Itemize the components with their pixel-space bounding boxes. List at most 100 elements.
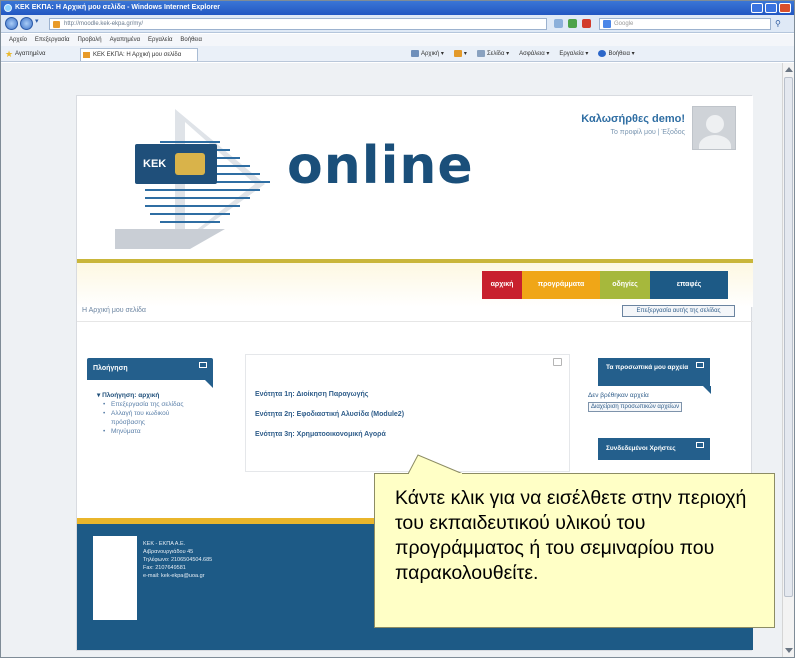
nav-programs[interactable]: προγράμματα [522, 271, 600, 299]
edit-page-button[interactable]: Επεξεργασία αυτής της σελίδας [622, 305, 735, 317]
online-users-title: Συνδεδεμένοι Χρήστες [606, 445, 676, 452]
footer-contact: ΚΕΚ - ΕΚΠΑ Α.Ε. Αιβρανουργιάδου 45 Τηλέφ… [143, 540, 212, 580]
back-button[interactable] [5, 17, 18, 30]
footer-line: ΚΕΚ - ΕΚΠΑ Α.Ε. [143, 541, 186, 547]
search-icon[interactable]: ⚲ [775, 19, 787, 29]
private-files-title: Τα προσωπικά μου αρχεία [606, 364, 689, 371]
favorites-star-icon[interactable]: ★ [5, 50, 13, 59]
page-icon [476, 49, 485, 57]
safety-command[interactable]: Ασφάλεια ▾ [519, 46, 549, 62]
nav-divider [77, 321, 753, 322]
course-list: Ενότητα 1η: Διοίκηση Παραγωγής Ενότητα 2… [245, 354, 570, 472]
compat-view-icon[interactable] [554, 19, 563, 28]
nav-guides[interactable]: οδηγίες [600, 271, 650, 299]
callout-text: Κάντε κλικ για να εισέλθετε στην περιοχή… [395, 487, 747, 584]
menu-edit[interactable]: Επεξεργασία [35, 34, 70, 46]
page-command[interactable]: Σελίδα ▾ [476, 46, 509, 62]
no-files-text: Δεν βρέθηκαν αρχεία [588, 392, 649, 399]
nav-tree-root[interactable]: ▾ Πλοήγηση: αρχική [97, 391, 187, 400]
block-tail-shape [703, 386, 711, 394]
forward-button[interactable] [20, 17, 33, 30]
vertical-scrollbar[interactable] [782, 63, 794, 657]
footer-line: Fax: 2107649581 [143, 565, 186, 571]
menu-help[interactable]: Βοήθεια [180, 34, 202, 46]
breadcrumb: Η Αρχική μου σελίδα [82, 307, 146, 314]
command-bar: Αρχική ▾ ▾ Σελίδα ▾ Ασφάλεια ▾ Εργαλεία … [411, 46, 635, 62]
course-link[interactable]: Ενότητα 1η: Διοίκηση Παραγωγής [255, 391, 368, 398]
welcome-message: Καλωσήρθες demo! [581, 113, 685, 125]
footer-logo [93, 536, 137, 620]
scroll-up-icon[interactable] [785, 67, 793, 72]
help-command[interactable]: Βοήθεια ▾ [598, 46, 635, 62]
favorites-button[interactable]: Αγαπημένα [15, 46, 45, 62]
maximize-button[interactable] [765, 3, 777, 13]
nav-tree-item[interactable]: Αλλαγή του κωδικού πρόσβασης [97, 409, 187, 427]
scroll-thumb[interactable] [784, 77, 793, 597]
home-command[interactable]: Αρχική ▾ [411, 46, 444, 62]
manage-files-button[interactable]: Διαχείριση προσωπικών αρχείων [588, 402, 683, 412]
history-dropdown-icon[interactable]: ▾ [35, 17, 39, 25]
kek-logo-text: ΚΕΚ [143, 158, 167, 170]
tools-command[interactable]: Εργαλεία ▾ [559, 46, 588, 62]
footer-line: Τηλέφωνο: 2106504504.685 [143, 557, 213, 563]
nav-contact[interactable]: επαφές [650, 271, 728, 299]
menu-favorites[interactable]: Αγαπημένα [110, 34, 140, 46]
menu-file[interactable]: Αρχείο [9, 34, 27, 46]
profile-logout-links[interactable]: Το προφίλ μου | Έξοδος [525, 129, 685, 136]
window-title: ΚΕΚ ΕΚΠΑ: Η Αρχική μου σελίδα - Windows … [15, 4, 220, 11]
navigation-block-header: Πλοήγηση [87, 358, 213, 380]
address-input[interactable]: http://moodle.kek-ekpa.gr/my/ [49, 18, 547, 30]
ie-icon [4, 4, 12, 12]
course-link[interactable]: Ενότητα 2η: Εφοδιαστική Αλυσίδα (Module2… [255, 411, 404, 418]
favorites-bar: ★ Αγαπημένα ΚΕΚ ΕΚΠΑ: Η Αρχική μου σελίδ… [1, 46, 794, 62]
menu-tools[interactable]: Εργαλεία [148, 34, 172, 46]
online-logo: online [287, 136, 474, 196]
stop-icon[interactable] [582, 19, 591, 28]
navigation-block: Πλοήγηση ▾ Πλοήγηση: αρχική Επεξεργασία … [87, 358, 213, 473]
avatar-head-shape [706, 115, 724, 133]
close-button[interactable] [779, 3, 791, 13]
main-navigation: αρχική προγράμματα οδηγίες επαφές [482, 271, 728, 299]
online-logo-text: online [287, 136, 474, 196]
home-icon [411, 49, 419, 57]
dock-icon[interactable] [696, 362, 704, 368]
tab-favicon-icon [83, 52, 90, 58]
course-overview-icon[interactable] [553, 358, 562, 366]
search-input[interactable]: Google [599, 18, 771, 30]
dock-icon[interactable] [696, 442, 704, 448]
page-command-label: Σελίδα [486, 51, 505, 57]
dock-icon[interactable] [199, 362, 207, 368]
home-command-label: Αρχική [421, 51, 440, 57]
search-placeholder: Google [614, 21, 634, 27]
navigation-block-title: Πλοήγηση [93, 365, 128, 372]
minimize-button[interactable] [751, 3, 763, 13]
feeds-command[interactable]: ▾ [453, 46, 467, 62]
course-link[interactable]: Ενότητα 3η: Χρηματοοικονομική Αγορά [255, 431, 386, 438]
safety-command-label: Ασφάλεια [519, 51, 545, 57]
avatar-body-shape [699, 135, 731, 149]
footer-line: e-mail: kek-ekpa@uoa.gr [143, 573, 205, 579]
help-command-label: Βοήθεια [608, 51, 630, 57]
menu-bar: Αρχείο Επεξεργασία Προβολή Αγαπημένα Εργ… [1, 34, 794, 46]
help-icon [598, 49, 607, 57]
nav-tree-root-label: Πλοήγηση: αρχική [102, 392, 160, 399]
navigation-tree: ▾ Πλοήγηση: αρχική Επεξεργασία της σελίδ… [97, 391, 187, 436]
nav-tree-item[interactable]: Επεξεργασία της σελίδας [97, 400, 187, 409]
window-controls [751, 3, 791, 13]
kek-emblem-icon [175, 153, 205, 175]
online-users-block-header: Συνδεδεμένοι Χρήστες [598, 438, 710, 460]
scroll-down-icon[interactable] [785, 648, 793, 653]
block-tail-shape [205, 380, 213, 388]
google-icon [603, 20, 611, 28]
refresh-icon[interactable] [568, 19, 577, 28]
tools-command-label: Εργαλεία [559, 51, 584, 57]
avatar[interactable] [692, 106, 736, 150]
browser-tab[interactable]: ΚΕΚ ΕΚΠΑ: Η Αρχική μου σελίδα [80, 48, 198, 61]
nav-tree-item[interactable]: Μηνύματα [97, 427, 187, 436]
favicon-icon [53, 21, 60, 28]
address-toolbar: ▾ http://moodle.kek-ekpa.gr/my/ Google ⚲ [1, 15, 794, 33]
kek-logo-badge[interactable]: ΚΕΚ [135, 144, 217, 184]
menu-view[interactable]: Προβολή [78, 34, 102, 46]
tab-title: ΚΕΚ ΕΚΠΑ: Η Αρχική μου σελίδα [93, 52, 182, 58]
nav-home[interactable]: αρχική [482, 271, 522, 299]
